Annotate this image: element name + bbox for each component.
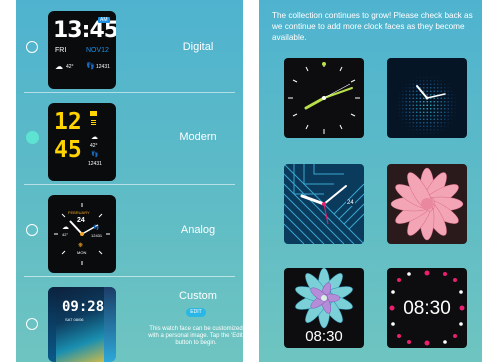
steps-icon: 👣 <box>86 63 95 70</box>
face-row-custom[interactable]: 09:28 SAT 08/06 Custom EDIT This watch f… <box>16 277 243 362</box>
digital-temp: 42° <box>66 64 74 70</box>
custom-stripe <box>48 287 56 362</box>
weather-icon: ☁ <box>55 62 63 71</box>
edit-button[interactable]: EDIT <box>186 308 206 317</box>
analog-day-num: 24 <box>77 217 85 224</box>
radio-analog[interactable] <box>26 224 38 236</box>
gallery-face-green-analog[interactable] <box>284 58 364 138</box>
modern-face-preview: 12 45 ☁ 42° 👣 12431 <box>48 103 116 181</box>
modern-temp: 42° <box>90 143 98 149</box>
pink-flower-art <box>390 167 464 241</box>
digital-steps: 12431 <box>96 64 110 70</box>
radio-modern-selected[interactable] <box>26 131 39 144</box>
stripes-date: 24 <box>346 200 355 206</box>
green-analog-dial <box>288 62 360 134</box>
analog-weather-icon: ☁ <box>62 224 69 231</box>
analog-dial <box>54 203 110 265</box>
analog-temp: 42° <box>62 232 69 237</box>
analog-month: FEBRUARY <box>68 210 90 215</box>
face-label-digital: Digital <box>182 41 214 53</box>
modern-weather-icon: ☁ <box>91 134 98 141</box>
custom-stripe <box>104 287 116 362</box>
radio-digital[interactable] <box>26 41 38 53</box>
gallery-face-pink-flower[interactable] <box>387 164 467 244</box>
battery-icon <box>90 111 97 116</box>
gallery-face-pink-dots[interactable]: 08:30 <box>387 268 467 348</box>
custom-time: 09:28 <box>62 299 105 315</box>
lotus-time: 08:30 <box>305 328 343 345</box>
menu-lines-icon <box>91 120 96 121</box>
analog-steps-icon: 👣 <box>93 225 100 231</box>
custom-date: SAT 08/06 <box>65 317 84 322</box>
gallery-panel: The collection continues to grow! Please… <box>259 0 482 362</box>
digital-date: NOV12 <box>86 47 109 54</box>
face-row-analog[interactable]: FEBRUARY ☁ 42° 24 👣 12431 ❋ MON Analog <box>16 185 243 276</box>
digital-hour: 13 <box>53 18 83 43</box>
analog-weekday: MON <box>77 250 87 255</box>
modern-minute: 45 <box>54 137 82 163</box>
dotted-blue-dial <box>393 68 461 136</box>
custom-description: This watch face can be customized with a… <box>148 326 243 346</box>
am-badge: AM <box>98 17 110 23</box>
face-label-modern: Modern <box>179 131 217 143</box>
face-row-modern[interactable]: 12 45 ☁ 42° 👣 12431 Modern <box>16 93 243 184</box>
digital-day: FRI <box>55 47 67 54</box>
analog-weekday-icon: ❋ <box>78 243 84 249</box>
modern-steps: 12431 <box>88 161 102 167</box>
gallery-face-lotus-digital[interactable]: 08:30 <box>284 268 364 348</box>
face-label-custom: Custom <box>179 290 217 302</box>
gallery-face-stripes[interactable]: 24 <box>284 164 364 244</box>
analog-steps: 12431 <box>91 233 103 238</box>
digital-face-preview: 13:45 AM FRI NOV12 ☁ 42° 👣 12431 <box>48 11 116 89</box>
modern-steps-icon: 👣 <box>91 152 99 158</box>
modern-hour: 12 <box>54 109 82 135</box>
face-selection-panel: 13:45 AM FRI NOV12 ☁ 42° 👣 12431 Digital… <box>16 0 243 362</box>
custom-face-preview: 09:28 SAT 08/06 <box>48 287 116 362</box>
analog-face-preview: FEBRUARY ☁ 42° 24 👣 12431 ❋ MON <box>48 195 116 273</box>
gallery-face-dotted-blue[interactable] <box>387 58 467 138</box>
face-label-analog: Analog <box>180 224 216 236</box>
pink-dots-time: 08:30 <box>403 298 451 319</box>
face-row-digital[interactable]: 13:45 AM FRI NOV12 ☁ 42° 👣 12431 Digital <box>16 0 243 92</box>
gallery-intro-text: The collection continues to grow! Please… <box>272 11 473 42</box>
radio-custom[interactable] <box>26 318 38 330</box>
